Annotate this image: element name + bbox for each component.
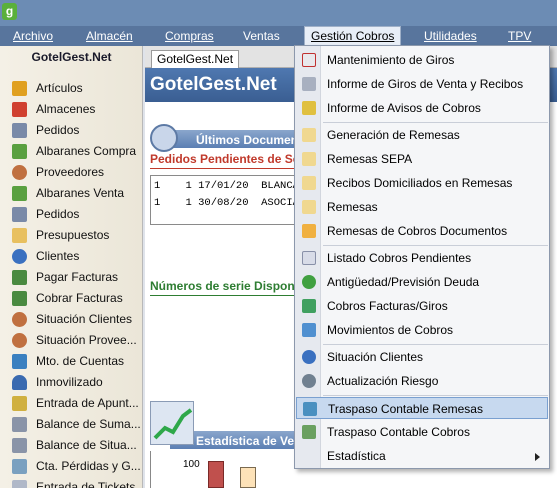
- chart-bar: [208, 461, 224, 488]
- box-icon: [12, 81, 27, 96]
- sidebar-item-clientes[interactable]: Clientes: [12, 247, 142, 266]
- menu-item-situacion-clientes[interactable]: Situación Clientes: [296, 346, 548, 368]
- delivery-note-icon: [12, 186, 27, 201]
- menu-gestion-cobros[interactable]: Gestión Cobros: [304, 26, 402, 47]
- menu-item-movimientos-cobros[interactable]: Movimientos de Cobros: [296, 319, 548, 341]
- envelope-icon: [302, 152, 316, 166]
- sidebar-item-articulos[interactable]: Artículos: [12, 79, 142, 98]
- sidebar-item-cobrar-facturas[interactable]: Cobrar Facturas: [12, 289, 142, 308]
- menu-item-traspaso-contable-cobros[interactable]: Traspaso Contable Cobros: [296, 421, 548, 443]
- menu-item-generacion-remesas[interactable]: Generación de Remesas: [296, 124, 548, 146]
- person-icon: [302, 350, 316, 364]
- sidebar-item-situacion-proveedores[interactable]: Situación Provee...: [12, 331, 142, 350]
- sidebar-item-situacion-clientes[interactable]: Situación Clientes: [12, 310, 142, 329]
- warehouse-icon: [12, 102, 27, 117]
- calendar-icon: [302, 53, 316, 67]
- chart-bar: [240, 467, 256, 488]
- calculator-icon: [12, 417, 27, 432]
- quote-icon: [12, 228, 27, 243]
- bell-icon: [302, 101, 316, 115]
- document-icon: [12, 207, 27, 222]
- menu-item-remesas[interactable]: Remesas: [296, 196, 548, 218]
- sidebar-item-pedidos-venta[interactable]: Pedidos: [12, 205, 142, 224]
- chart-icon: [150, 401, 194, 445]
- sidebar-item-cta-perdidas[interactable]: Cta. Pérdidas y G...: [12, 457, 142, 476]
- menu-compras[interactable]: Compras: [159, 26, 220, 46]
- app-window: g Archivo Almacén Compras Ventas Gestión…: [0, 0, 557, 488]
- page-title: GotelGest.Net: [150, 74, 277, 95]
- sidebar-title: GotelGest.Net: [31, 50, 112, 64]
- transfer-icon: [302, 323, 316, 337]
- envelope-icon: [302, 128, 316, 142]
- money-icon: [12, 270, 27, 285]
- menu-item-informe-giros[interactable]: Informe de Giros de Venta y Recibos: [296, 73, 548, 95]
- menu-ventas[interactable]: Ventas: [237, 26, 286, 46]
- document-icon: [12, 123, 27, 138]
- menu-item-remesas-cobros-documentos[interactable]: Remesas de Cobros Documentos: [296, 220, 548, 242]
- money-icon: [12, 291, 27, 306]
- gestion-cobros-dropdown: Mantenimiento de Giros Informe de Giros …: [294, 45, 550, 469]
- menu-item-informe-avisos[interactable]: Informe de Avisos de Cobros: [296, 97, 548, 119]
- menu-item-estadistica[interactable]: Estadística: [296, 445, 548, 467]
- export-icon: [302, 425, 316, 439]
- sidebar-item-inmovilizado[interactable]: Inmovilizado: [12, 373, 142, 392]
- menu-item-antiguedad-prevision[interactable]: Antigüedad/Previsión Deuda: [296, 271, 548, 293]
- sidebar-item-proveedores[interactable]: Proveedores: [12, 163, 142, 182]
- pencil-icon: [12, 396, 27, 411]
- separator: [323, 245, 548, 246]
- ticket-icon: [12, 480, 27, 488]
- separator: [323, 395, 548, 396]
- sidebar-item-entrada-tickets[interactable]: Entrada de Tickets: [12, 478, 142, 488]
- list-icon: [302, 251, 316, 265]
- separator: [323, 122, 548, 123]
- sidebar-item-almacenes[interactable]: Almacenes: [12, 100, 142, 119]
- menu-almacen[interactable]: Almacén: [80, 26, 139, 46]
- menu-bar: Archivo Almacén Compras Ventas Gestión C…: [0, 26, 557, 47]
- pie-chart-icon: [302, 275, 316, 289]
- sidebar: GotelGest.Net Artículos Almacenes Pedido…: [0, 46, 143, 488]
- menu-item-mantenimiento-giros[interactable]: Mantenimiento de Giros: [296, 49, 548, 71]
- sidebar-item-albaranes-compra[interactable]: Albaranes Compra: [12, 142, 142, 161]
- sidebar-item-albaranes-venta[interactable]: Albaranes Venta: [12, 184, 142, 203]
- title-bar: g: [0, 0, 557, 26]
- menu-utilidades[interactable]: Utilidades: [418, 26, 483, 46]
- menu-item-recibos-domiciliados[interactable]: Recibos Domiciliados en Remesas: [296, 172, 548, 194]
- menu-item-cobros-facturas-giros[interactable]: Cobros Facturas/Giros: [296, 295, 548, 317]
- export-icon: [303, 402, 317, 416]
- envelope-icon: [302, 200, 316, 214]
- sidebar-item-balance-sumas[interactable]: Balance de Suma...: [12, 415, 142, 434]
- person-icon: [12, 165, 27, 180]
- sidebar-item-mto-cuentas[interactable]: Mto. de Cuentas: [12, 352, 142, 371]
- sidebar-item-presupuestos[interactable]: Presupuestos: [12, 226, 142, 245]
- clock-icon: [150, 124, 178, 152]
- person-icon: [12, 333, 27, 348]
- delivery-note-icon: [12, 144, 27, 159]
- submenu-arrow-icon: [535, 453, 540, 461]
- calculator-icon: [12, 438, 27, 453]
- refresh-icon: [302, 299, 316, 313]
- chart-icon: [12, 459, 27, 474]
- menu-item-actualizacion-riesgo[interactable]: Actualización Riesgo: [296, 370, 548, 392]
- separator: [323, 344, 548, 345]
- sidebar-item-pagar-facturas[interactable]: Pagar Facturas: [12, 268, 142, 287]
- folder-arrow-icon: [302, 224, 316, 238]
- menu-item-listado-cobros-pendientes[interactable]: Listado Cobros Pendientes: [296, 247, 548, 269]
- printer-icon: [302, 77, 316, 91]
- menu-item-remesas-sepa[interactable]: Remesas SEPA: [296, 148, 548, 170]
- tab-gotelgest[interactable]: GotelGest.Net: [151, 50, 240, 68]
- sidebar-item-entrada-apuntes[interactable]: Entrada de Apunt...: [12, 394, 142, 413]
- person-icon: [12, 249, 27, 264]
- menu-item-traspaso-contable-remesas[interactable]: Traspaso Contable Remesas: [296, 397, 548, 419]
- menu-tpv[interactable]: TPV: [502, 26, 537, 46]
- app-logo-icon: g: [2, 3, 17, 20]
- chart-icon-graphic: [153, 408, 193, 440]
- sidebar-item-balance-situacion[interactable]: Balance de Situa...: [12, 436, 142, 455]
- accounts-icon: [12, 354, 27, 369]
- gear-icon: [302, 374, 316, 388]
- menu-archivo[interactable]: Archivo: [7, 26, 59, 46]
- sidebar-item-pedidos-compra[interactable]: Pedidos: [12, 121, 142, 140]
- envelope-icon: [302, 176, 316, 190]
- person-icon: [12, 312, 27, 327]
- house-icon: [12, 375, 27, 390]
